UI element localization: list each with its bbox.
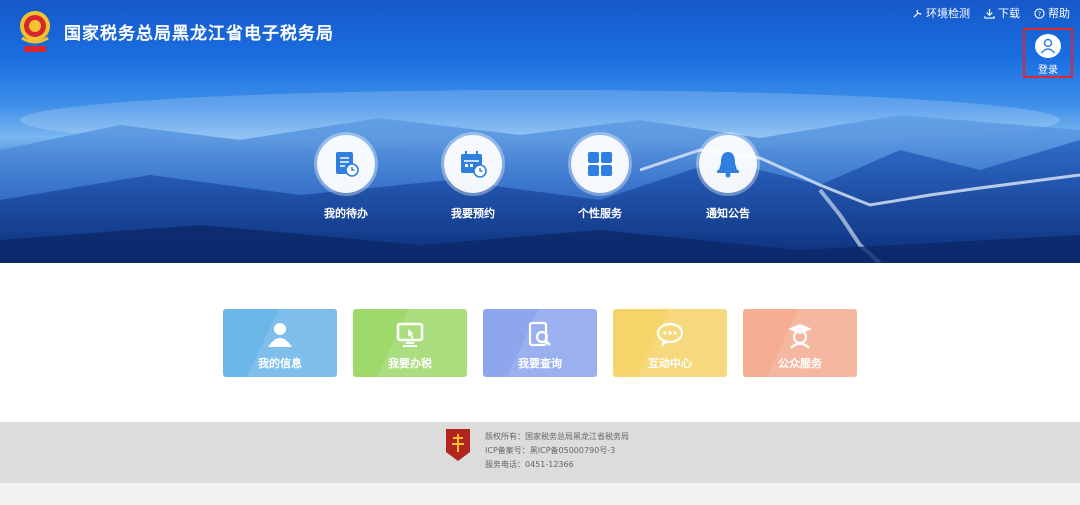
top-navigation: 环境检测 下载 ? 帮助 — [912, 5, 1070, 21]
monitor-cursor-icon — [396, 322, 424, 347]
graduate-icon — [788, 324, 812, 349]
card-interaction-center[interactable]: 互动中心 — [613, 309, 727, 377]
search-document-icon — [528, 321, 551, 347]
card-label-query: 我要查询 — [518, 357, 562, 370]
user-icon — [268, 323, 292, 347]
login-button[interactable]: 登录 — [1023, 28, 1073, 78]
footer-copyright: 版权所有：国家税务总局黑龙江省税务局 — [485, 432, 629, 441]
tools-icon — [913, 9, 922, 18]
hero-label-todo: 我的待办 — [324, 207, 368, 220]
download-icon — [984, 8, 995, 19]
card-tax-handling[interactable]: 我要办税 — [353, 309, 467, 377]
download-link[interactable]: 下载 — [984, 5, 1020, 21]
card-label-tax-handling: 我要办税 — [388, 357, 432, 370]
help-label: 帮助 — [1048, 7, 1070, 20]
environment-check-link[interactable]: 环境检测 — [912, 5, 970, 21]
footer-phone: 服务电话：0451-12366 — [485, 460, 574, 469]
card-label-public-service: 公众服务 — [778, 357, 822, 370]
svg-text:?: ? — [1038, 9, 1041, 17]
card-query[interactable]: 我要查询 — [483, 309, 597, 377]
grid-icon — [588, 152, 612, 176]
environment-check-label: 环境检测 — [926, 7, 970, 20]
user-avatar-icon — [1035, 34, 1061, 58]
hero-item-personal-service[interactable]: 个性服务 — [555, 135, 645, 221]
hero-label-appointment: 我要预约 — [451, 207, 495, 220]
download-label: 下载 — [998, 7, 1020, 20]
footer-info: 版权所有：国家税务总局黑龙江省税务局 ICP备案号：黑ICP备05000790号… — [485, 430, 629, 472]
hero-item-appointment[interactable]: 我要预约 — [428, 135, 518, 221]
footer: 版权所有：国家税务总局黑龙江省税务局 ICP备案号：黑ICP备05000790号… — [0, 422, 1080, 483]
card-label-interaction-center: 互动中心 — [648, 357, 692, 370]
card-label-my-info: 我的信息 — [258, 357, 302, 370]
hero-banner: 国家税务总局黑龙江省电子税务局 环境检测 下载 ? 帮助 登录 我的待办 我要预… — [0, 0, 1080, 263]
hero-label-notice: 通知公告 — [706, 207, 750, 220]
help-icon: ? — [1034, 7, 1045, 19]
card-public-service[interactable]: 公众服务 — [743, 309, 857, 377]
site-title: 国家税务总局黑龙江省电子税务局 — [64, 24, 334, 44]
card-my-info[interactable]: 我的信息 — [223, 309, 337, 377]
tax-emblem-logo — [20, 11, 50, 52]
main-service-area: 我的信息 我要办税 我要查询 互动中心 公众服务 — [0, 263, 1080, 422]
calendar-clock-icon — [461, 151, 487, 178]
footer-icp[interactable]: ICP备案号：黑ICP备05000790号-3 — [485, 444, 629, 458]
government-badge-icon — [446, 429, 470, 461]
login-label: 登录 — [1038, 65, 1058, 76]
help-link[interactable]: ? 帮助 — [1034, 5, 1070, 21]
bottom-strip — [0, 483, 1080, 505]
hero-item-notice[interactable]: 通知公告 — [683, 135, 773, 221]
todo-document-icon — [336, 152, 359, 177]
hero-label-personal-service: 个性服务 — [578, 207, 622, 220]
chat-bubble-icon — [656, 322, 684, 347]
hero-item-todo[interactable]: 我的待办 — [301, 135, 391, 221]
bell-icon — [717, 152, 739, 178]
